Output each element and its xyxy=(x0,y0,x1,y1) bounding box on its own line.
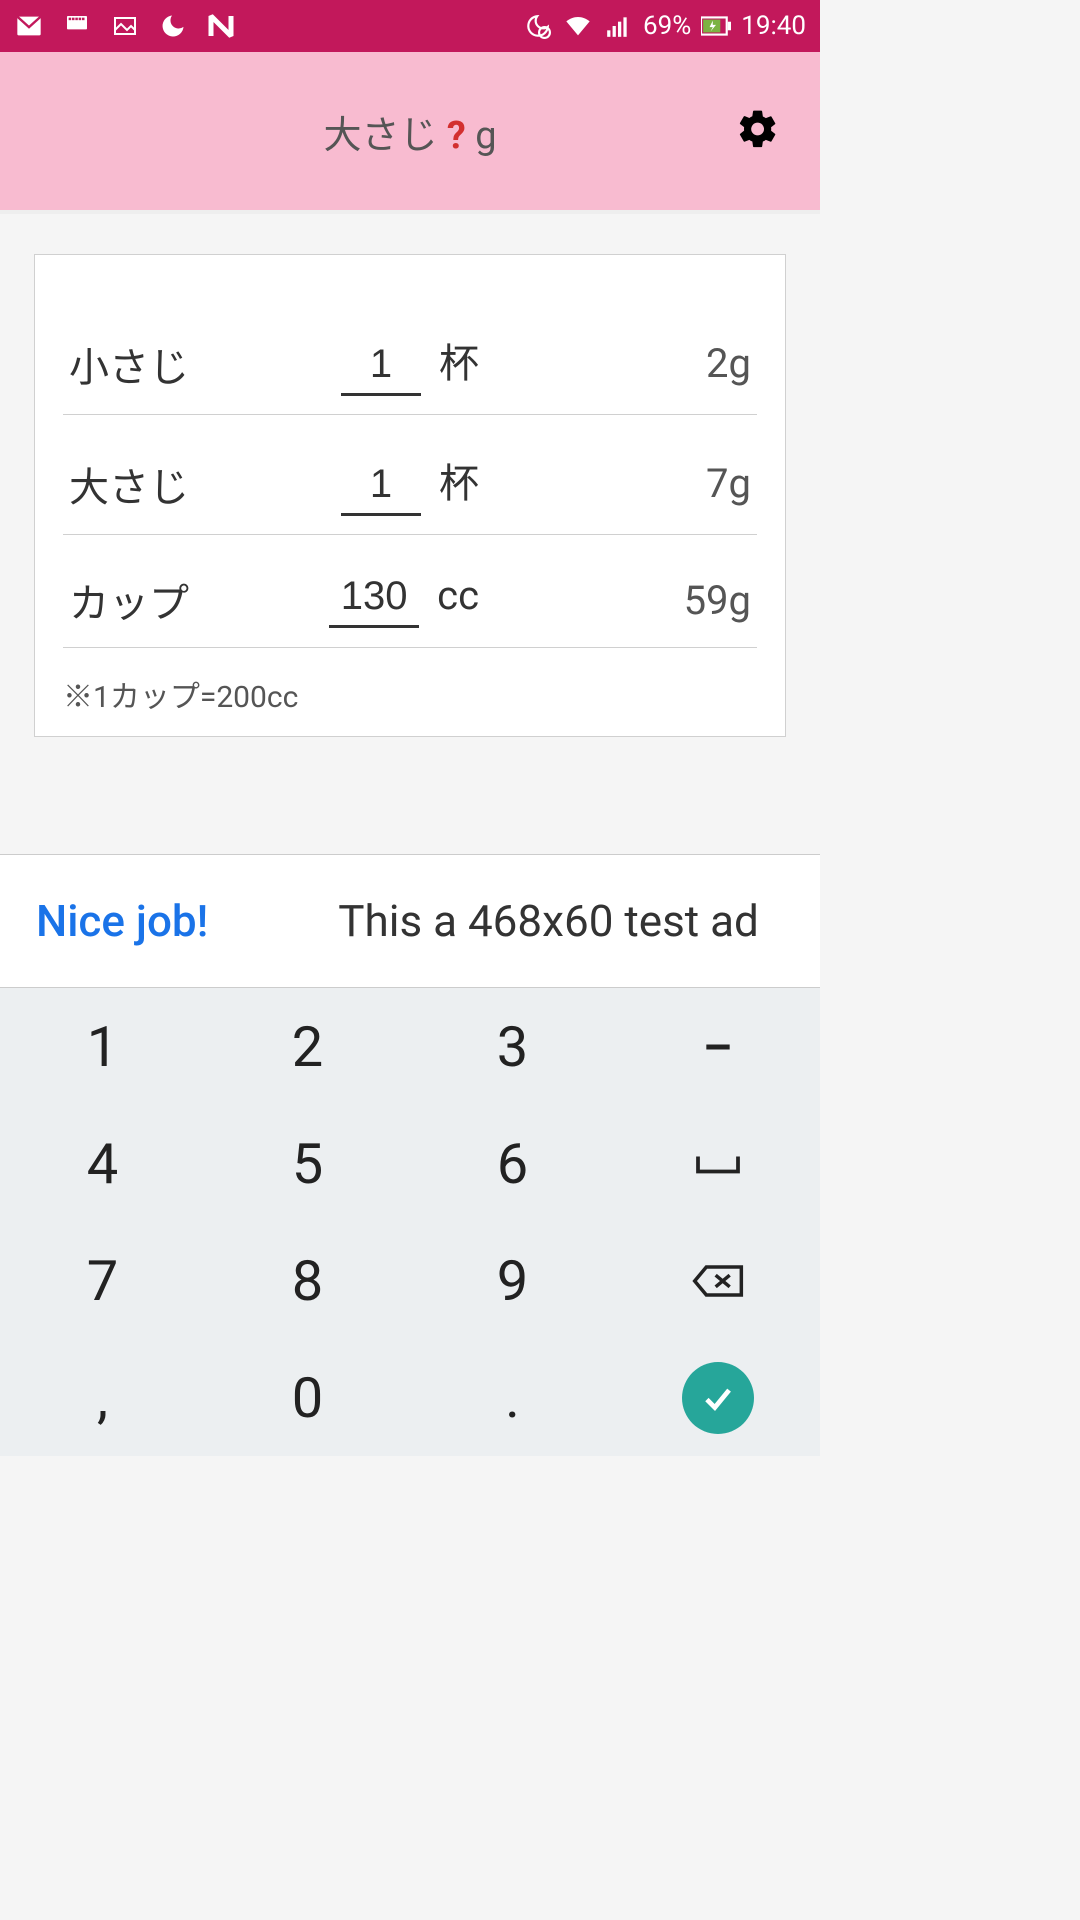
input-wrap: 杯 xyxy=(279,331,479,396)
teaspoon-input[interactable] xyxy=(341,342,421,396)
unit-label: cc xyxy=(437,572,479,619)
page-title: 大さじ ? g xyxy=(323,104,496,159)
battery-charging-icon xyxy=(701,11,731,41)
cup-result: 59g xyxy=(479,577,751,624)
status-bar: 69% 19:40 xyxy=(0,0,820,52)
input-wrap: cc xyxy=(279,572,479,628)
wifi-icon xyxy=(563,11,593,41)
n-app-icon xyxy=(206,11,236,41)
key-4[interactable]: 4 xyxy=(0,1105,205,1222)
key-2[interactable]: 2 xyxy=(205,988,410,1105)
gmail-icon xyxy=(14,11,44,41)
row-label: 小さじ xyxy=(69,335,279,393)
app-header: 大さじ ? g xyxy=(0,52,820,210)
key-1[interactable]: 1 xyxy=(0,988,205,1105)
row-label: カップ xyxy=(69,571,279,629)
key-6[interactable]: 6 xyxy=(410,1105,615,1222)
ad-banner[interactable]: Nice job! This a 468x60 test ad xyxy=(0,854,820,988)
image-icon xyxy=(110,11,140,41)
numeric-keyboard: 1 2 3 4 5 6 7 8 9 , 0 . xyxy=(0,988,820,1456)
key-7[interactable]: 7 xyxy=(0,1222,205,1339)
ad-headline: Nice job! xyxy=(36,895,208,947)
cup-note: ※1カップ=200cc xyxy=(63,672,757,716)
header-divider xyxy=(0,210,820,214)
key-backspace[interactable] xyxy=(615,1222,820,1339)
signal-icon xyxy=(603,11,633,41)
unit-label: 杯 xyxy=(439,331,479,389)
row-teaspoon: 小さじ 杯 2g xyxy=(63,295,757,415)
key-9[interactable]: 9 xyxy=(410,1222,615,1339)
title-question-mark: ? xyxy=(447,114,466,158)
key-0[interactable]: 0 xyxy=(205,1339,410,1456)
cup-input[interactable] xyxy=(329,574,419,628)
key-enter[interactable] xyxy=(615,1339,820,1456)
status-left-icons xyxy=(14,11,236,41)
checkmark-icon xyxy=(682,1362,754,1434)
key-comma[interactable]: , xyxy=(0,1339,205,1456)
battery-percent: 69% xyxy=(643,11,691,41)
key-minus[interactable] xyxy=(615,988,820,1105)
row-tablespoon: 大さじ 杯 7g xyxy=(63,415,757,535)
status-right-icons: 69% 19:40 xyxy=(523,11,806,41)
unit-label: 杯 xyxy=(439,451,479,509)
title-post: g xyxy=(466,114,497,158)
tablespoon-result: 7g xyxy=(479,460,751,507)
teaspoon-result: 2g xyxy=(479,340,751,387)
key-3[interactable]: 3 xyxy=(410,988,615,1105)
input-wrap: 杯 xyxy=(279,451,479,516)
dnd-alarm-icon xyxy=(523,11,553,41)
ad-body: This a 468x60 test ad xyxy=(338,895,759,947)
keyboard-icon xyxy=(62,11,92,41)
clock-time: 19:40 xyxy=(741,11,806,41)
key-8[interactable]: 8 xyxy=(205,1222,410,1339)
title-pre: 大さじ xyxy=(323,114,446,158)
settings-button[interactable] xyxy=(736,107,780,155)
row-label: 大さじ xyxy=(69,455,279,513)
row-cup: カップ cc 59g xyxy=(63,535,757,648)
key-space[interactable] xyxy=(615,1105,820,1222)
conversion-card: 小さじ 杯 2g 大さじ 杯 7g カップ cc 59g ※1カップ=200cc xyxy=(34,254,786,737)
key-5[interactable]: 5 xyxy=(205,1105,410,1222)
key-period[interactable]: . xyxy=(410,1339,615,1456)
moon-icon xyxy=(158,11,188,41)
tablespoon-input[interactable] xyxy=(341,462,421,516)
